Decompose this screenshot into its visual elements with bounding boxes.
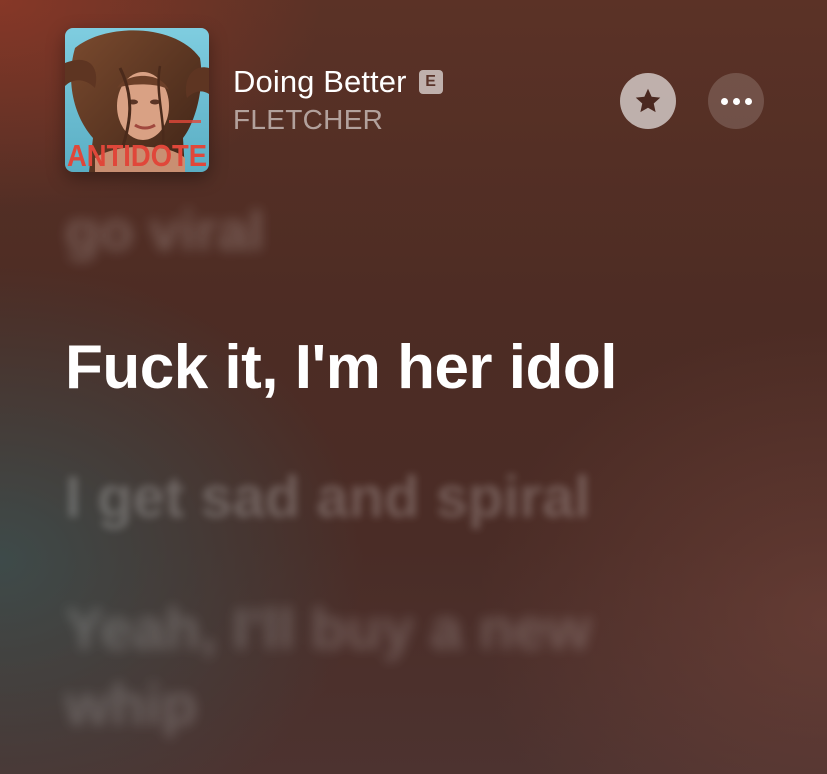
explicit-badge: E: [418, 70, 443, 94]
star-icon: [635, 88, 661, 113]
ellipsis-icon: [718, 97, 754, 105]
favorite-button[interactable]: [620, 73, 676, 129]
lyric-line-after-next[interactable]: Yeah, I'll buy a new whip: [65, 592, 625, 744]
track-title[interactable]: Doing Better: [233, 64, 407, 100]
more-options-button[interactable]: [708, 73, 764, 129]
lyric-line-previous[interactable]: go viral: [65, 198, 264, 263]
album-cover-image: ANTIDOTE: [65, 28, 209, 172]
lyric-line-current[interactable]: Fuck it, I'm her idol: [65, 332, 617, 403]
album-cover-title: ANTIDOTE: [67, 138, 207, 172]
artist-name[interactable]: FLETCHER: [233, 104, 383, 136]
lyric-line-next[interactable]: I get sad and spiral: [65, 464, 590, 531]
track-title-row: Doing Better E: [233, 62, 443, 102]
album-art[interactable]: ANTIDOTE: [65, 28, 209, 172]
